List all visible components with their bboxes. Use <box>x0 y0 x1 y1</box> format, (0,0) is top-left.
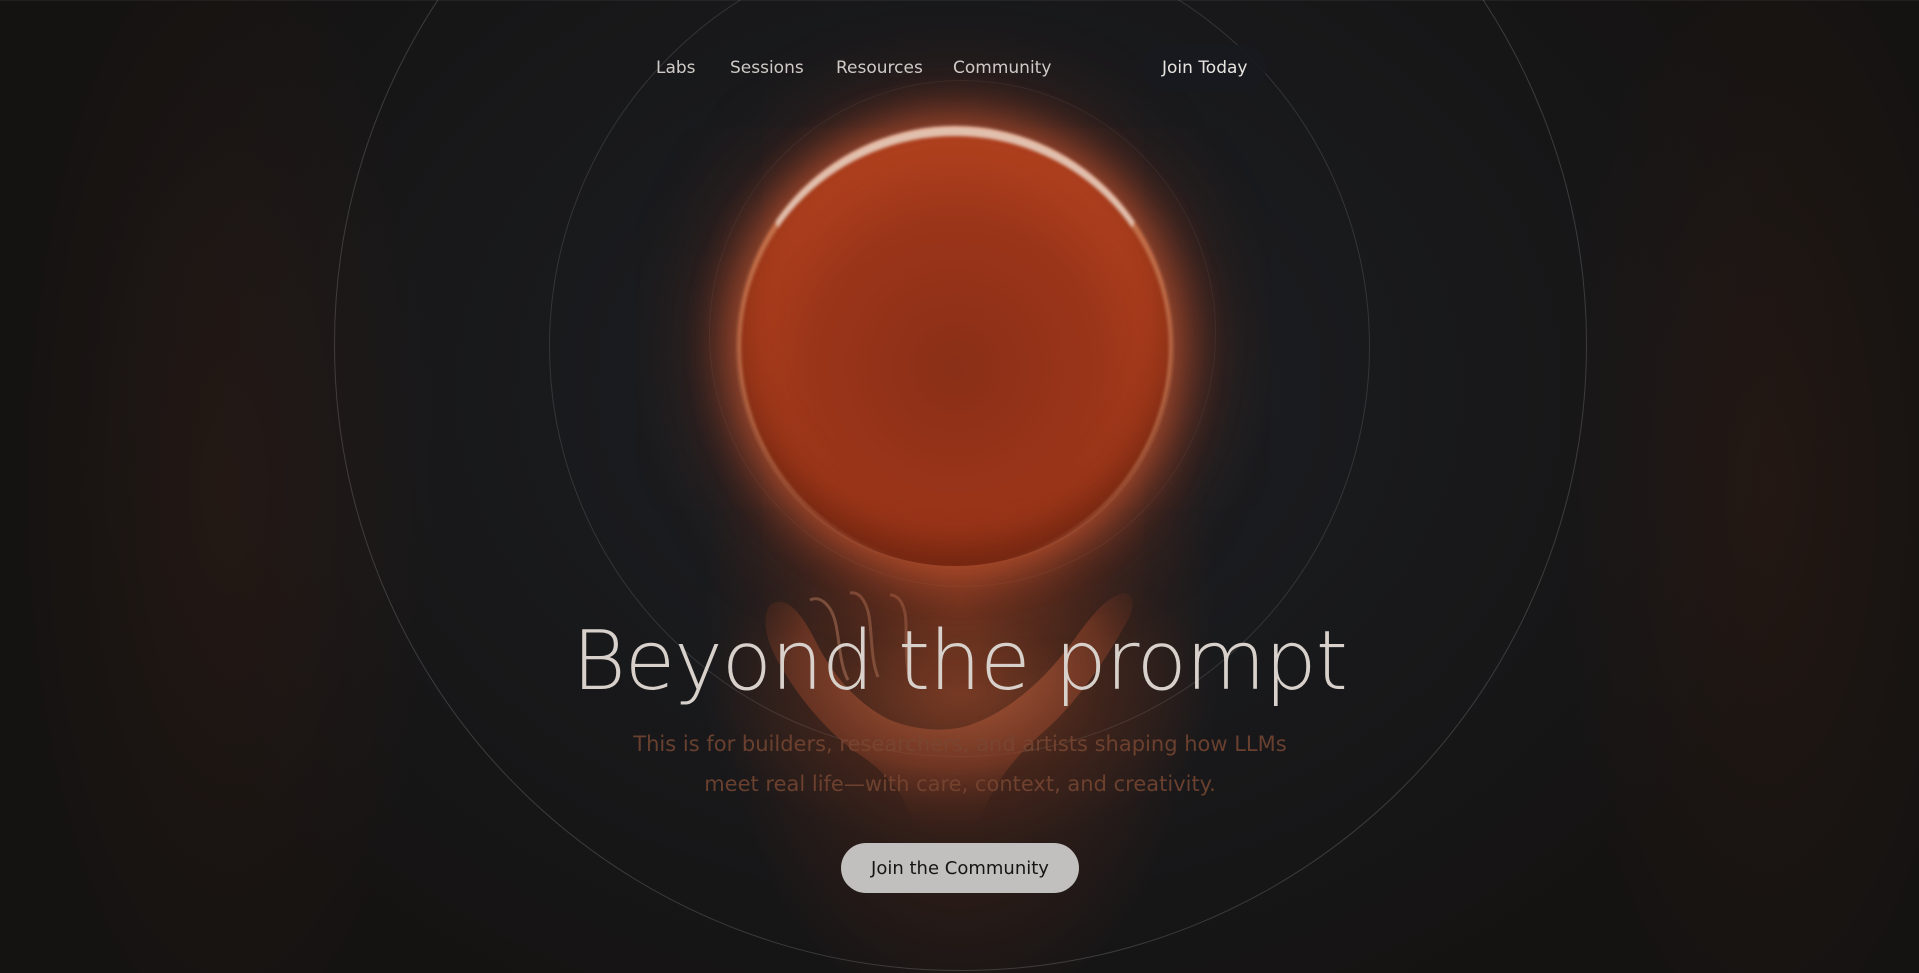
landing-page: Labs Sessions Resources Community Join T… <box>0 0 1919 973</box>
hero-subtitle-line-2: meet real life—with care, context, and c… <box>704 772 1216 796</box>
hero-subtitle-line-1: This is for builders, researchers, and a… <box>633 732 1287 756</box>
top-border <box>0 0 1919 1</box>
hero-title: Beyond the prompt <box>572 614 1348 709</box>
join-today-button[interactable]: Join Today <box>1143 45 1267 91</box>
join-community-button[interactable]: Join the Community <box>841 843 1079 893</box>
nav-link-sessions[interactable]: Sessions <box>730 58 804 78</box>
nav-link-resources[interactable]: Resources <box>836 58 923 78</box>
nav-link-community[interactable]: Community <box>953 58 1051 78</box>
hero-subtitle: This is for builders, researchers, and a… <box>560 724 1360 804</box>
orb-rim-highlight <box>737 126 1173 566</box>
nav-link-labs[interactable]: Labs <box>656 58 696 78</box>
